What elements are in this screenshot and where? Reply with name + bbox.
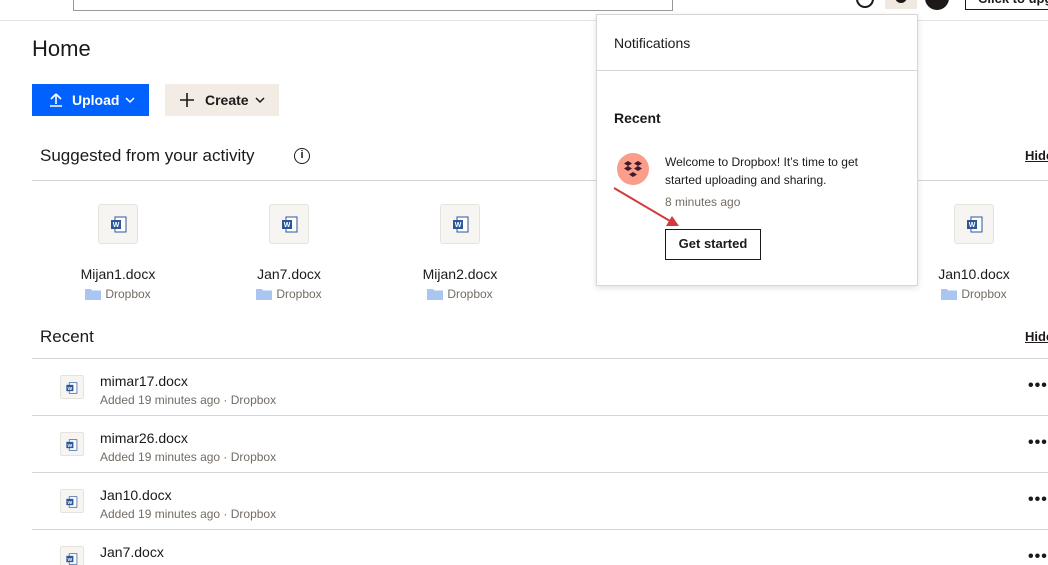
word-doc-icon: W xyxy=(66,381,78,394)
file-thumbnail: W xyxy=(440,204,480,244)
suggested-file-card[interactable]: W Jan10.docx Dropbox xyxy=(904,204,1044,301)
create-button[interactable]: Create xyxy=(165,84,279,116)
file-thumbnail: W xyxy=(954,204,994,244)
file-name: Jan10.docx xyxy=(938,266,1010,282)
more-options-icon[interactable]: ••• xyxy=(1028,434,1048,452)
word-doc-icon: W xyxy=(66,552,78,565)
svg-text:W: W xyxy=(284,222,291,229)
svg-text:W: W xyxy=(68,386,73,392)
file-thumbnail: W xyxy=(269,204,309,244)
recent-file-row[interactable]: Wmimar17.docx Added 19 minutes ago · Drop… xyxy=(32,359,1048,416)
file-thumbnail: W xyxy=(60,546,84,565)
file-location-label: Dropbox xyxy=(447,287,493,301)
file-meta: Added 19 minutes ago · Dropbox xyxy=(100,507,277,521)
svg-text:W: W xyxy=(68,557,73,563)
file-location: Dropbox xyxy=(390,287,530,301)
bell-icon xyxy=(895,0,907,3)
info-icon[interactable]: i xyxy=(294,148,310,164)
upgrade-button[interactable]: Click to upgrade xyxy=(965,0,1048,10)
notifications-button[interactable] xyxy=(885,0,917,9)
svg-text:W: W xyxy=(455,222,462,229)
search-input[interactable] xyxy=(73,0,673,11)
upload-label: Upload xyxy=(72,92,120,108)
page-title: Home xyxy=(32,36,91,61)
svg-text:W: W xyxy=(68,500,73,506)
dropbox-logo-icon xyxy=(617,153,649,185)
suggested-file-card[interactable]: W Jan7.docx Dropbox xyxy=(219,204,359,301)
recent-heading: Recent xyxy=(40,327,94,346)
file-location-label: Dropbox xyxy=(105,287,151,301)
chevron-down-icon xyxy=(125,97,135,104)
more-options-icon[interactable]: ••• xyxy=(1028,548,1048,565)
file-location: Dropbox xyxy=(219,287,359,301)
folder-icon xyxy=(85,289,102,300)
notifications-panel: Notifications Recent Welcome to Dropbox!… xyxy=(596,14,918,286)
folder-icon xyxy=(256,289,273,300)
file-location-label: Dropbox xyxy=(276,287,322,301)
recent-file-row[interactable]: Wmimar26.docx Added 19 minutes ago · Drop… xyxy=(32,416,1048,473)
more-options-icon[interactable]: ••• xyxy=(1028,377,1048,395)
svg-text:W: W xyxy=(68,443,73,449)
suggested-heading: Suggested from your activity xyxy=(40,146,255,165)
more-options-icon[interactable]: ••• xyxy=(1028,491,1048,509)
avatar[interactable] xyxy=(925,0,949,10)
file-meta: Added 19 minutes ago · Dropbox xyxy=(100,393,277,407)
notification-message: Welcome to Dropbox! It’s time to get sta… xyxy=(665,155,858,187)
file-thumbnail: W xyxy=(60,489,84,513)
file-thumbnail: W xyxy=(60,375,84,399)
get-started-button[interactable]: Get started xyxy=(665,229,761,260)
word-doc-icon: W xyxy=(66,495,78,508)
word-doc-icon: W xyxy=(66,438,78,451)
notifications-title: Notifications xyxy=(614,35,691,51)
notifications-divider xyxy=(597,70,917,71)
chevron-down-icon xyxy=(255,97,265,104)
file-location: Dropbox xyxy=(904,287,1044,301)
word-doc-icon: W xyxy=(453,216,469,233)
file-name: Mijan2.docx xyxy=(422,266,498,282)
notifications-section-label: Recent xyxy=(614,110,661,126)
upload-icon xyxy=(50,93,62,107)
file-name: Mijan1.docx xyxy=(80,266,156,282)
suggested-file-card[interactable]: W Mijan2.docx Dropbox xyxy=(390,204,530,301)
svg-text:W: W xyxy=(113,222,120,229)
plus-icon xyxy=(180,93,194,107)
recent-file-row[interactable]: W Jan10.docx Added 19 minutes ago · Dropbo… xyxy=(32,473,1048,530)
file-location: Dropbox xyxy=(48,287,188,301)
word-doc-icon: W xyxy=(967,216,983,233)
word-doc-icon: W xyxy=(111,216,127,233)
create-label: Create xyxy=(205,92,249,108)
file-name: mimar26.docx xyxy=(100,430,188,446)
file-name: Jan7.docx xyxy=(257,266,321,282)
folder-icon xyxy=(941,289,958,300)
notification-time: 8 minutes ago xyxy=(665,195,741,209)
file-thumbnail: W xyxy=(60,432,84,456)
file-name: mimar17.docx xyxy=(100,373,188,389)
file-name: Jan10.docx xyxy=(100,487,172,503)
suggested-file-card[interactable]: W Mijan1.docx Dropbox xyxy=(48,204,188,301)
hide-recent-link[interactable]: Hide xyxy=(1025,329,1048,344)
help-icon[interactable] xyxy=(856,0,874,8)
folder-icon xyxy=(427,289,444,300)
svg-text:W: W xyxy=(969,222,976,229)
hide-suggested-link[interactable]: Hide xyxy=(1025,148,1048,163)
recent-file-row[interactable]: WJan7.docxAdded 19 minutes ago · Dropbox… xyxy=(32,530,1048,565)
file-name: Jan7.docx xyxy=(100,544,164,560)
upload-button[interactable]: Upload xyxy=(32,84,149,116)
file-meta: Added 19 minutes ago · Dropbox xyxy=(100,450,277,464)
file-location-label: Dropbox xyxy=(961,287,1007,301)
file-thumbnail: W xyxy=(98,204,138,244)
word-doc-icon: W xyxy=(282,216,298,233)
